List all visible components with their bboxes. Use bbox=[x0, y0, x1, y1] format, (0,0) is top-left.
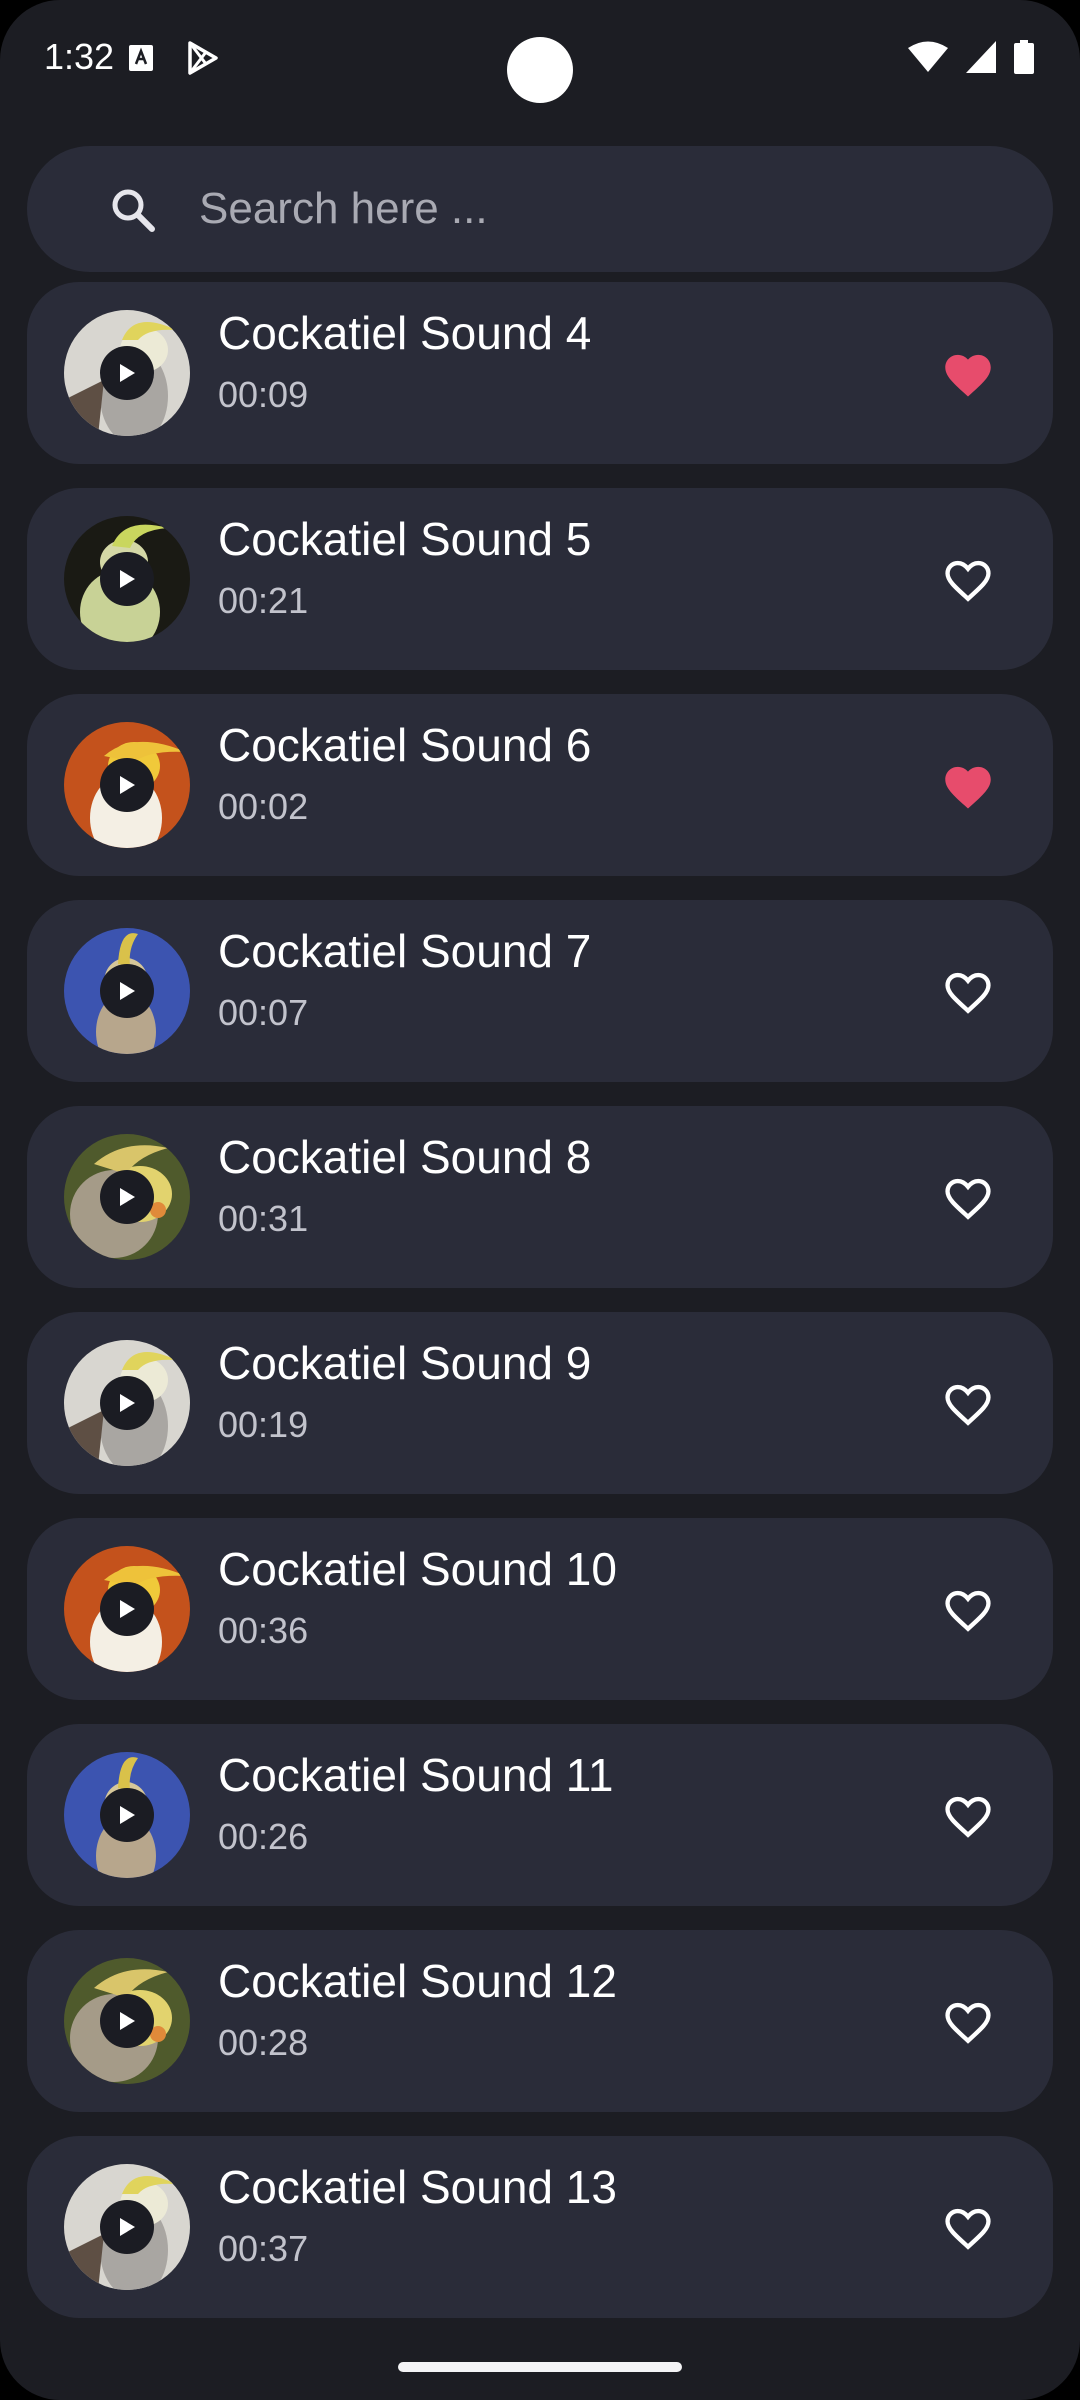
sound-title: Cockatiel Sound 8 bbox=[218, 1131, 592, 1183]
sound-thumbnail[interactable] bbox=[64, 2164, 190, 2290]
heart-outline-icon[interactable] bbox=[935, 958, 1001, 1024]
sound-title: Cockatiel Sound 5 bbox=[218, 513, 592, 565]
heart-outline-icon[interactable] bbox=[935, 546, 1001, 612]
sound-list-item[interactable]: Cockatiel Sound 6 00:02 bbox=[27, 694, 1053, 876]
play-icon[interactable] bbox=[100, 1994, 154, 2048]
sound-duration: 00:26 bbox=[218, 1816, 309, 1857]
sound-title: Cockatiel Sound 6 bbox=[218, 719, 592, 771]
heart-filled-icon[interactable] bbox=[935, 340, 1001, 406]
sound-list-item[interactable]: Cockatiel Sound 5 00:21 bbox=[27, 488, 1053, 670]
sound-thumbnail[interactable] bbox=[64, 1546, 190, 1672]
play-icon[interactable] bbox=[100, 1582, 154, 1636]
sound-title: Cockatiel Sound 11 bbox=[218, 1749, 614, 1801]
sound-list-item[interactable]: Cockatiel Sound 8 00:31 bbox=[27, 1106, 1053, 1288]
sound-duration: 00:28 bbox=[218, 2022, 309, 2063]
sound-list-item[interactable]: Cockatiel Sound 4 00:09 bbox=[27, 282, 1053, 464]
sound-thumbnail[interactable] bbox=[64, 516, 190, 642]
sound-duration: 00:19 bbox=[218, 1404, 309, 1445]
heart-outline-icon[interactable] bbox=[935, 1988, 1001, 2054]
status-bar: 1:32 bbox=[0, 0, 1080, 120]
search-input[interactable] bbox=[199, 146, 1019, 272]
sound-duration: 00:21 bbox=[218, 580, 309, 621]
app-screen: 1:32 Search here ... Cockatiel Sound 4 0… bbox=[0, 0, 1080, 2400]
play-icon[interactable] bbox=[100, 1376, 154, 1430]
heart-outline-icon[interactable] bbox=[935, 1782, 1001, 1848]
sound-title: Cockatiel Sound 12 bbox=[218, 1955, 617, 2007]
status-time: 1:32 bbox=[44, 36, 115, 77]
sound-thumbnail[interactable] bbox=[64, 722, 190, 848]
play-icon[interactable] bbox=[100, 964, 154, 1018]
play-store-icon bbox=[184, 40, 220, 81]
gesture-nav-bar[interactable] bbox=[398, 2362, 682, 2372]
sound-thumbnail[interactable] bbox=[64, 1958, 190, 2084]
sound-title: Cockatiel Sound 9 bbox=[218, 1337, 592, 1389]
battery-icon bbox=[1014, 40, 1034, 79]
sound-thumbnail[interactable] bbox=[64, 1752, 190, 1878]
camera-cutout bbox=[507, 37, 573, 103]
sound-title: Cockatiel Sound 7 bbox=[218, 925, 592, 977]
signal-icon bbox=[966, 41, 996, 78]
sound-duration: 00:02 bbox=[218, 786, 309, 827]
sound-thumbnail[interactable] bbox=[64, 1134, 190, 1260]
heart-outline-icon[interactable] bbox=[935, 1576, 1001, 1642]
sound-list-item[interactable]: Cockatiel Sound 10 00:36 bbox=[27, 1518, 1053, 1700]
play-icon[interactable] bbox=[100, 1170, 154, 1224]
heart-outline-icon[interactable] bbox=[935, 1164, 1001, 1230]
sound-duration: 00:36 bbox=[218, 1610, 309, 1651]
sound-thumbnail[interactable] bbox=[64, 928, 190, 1054]
search-bar[interactable] bbox=[27, 146, 1053, 272]
sound-list-item[interactable]: Cockatiel Sound 7 00:07 bbox=[27, 900, 1053, 1082]
heart-outline-icon[interactable] bbox=[935, 2194, 1001, 2260]
search-icon bbox=[109, 186, 157, 234]
sound-list[interactable]: Cockatiel Sound 4 00:09 Cockatiel Sound 5 0… bbox=[27, 282, 1053, 2334]
sound-list-item[interactable]: Cockatiel Sound 9 00:19 bbox=[27, 1312, 1053, 1494]
sound-list-item[interactable]: Cockatiel Sound 13 00:37 bbox=[27, 2136, 1053, 2318]
heart-outline-icon[interactable] bbox=[935, 1370, 1001, 1436]
sound-duration: 00:09 bbox=[218, 374, 309, 415]
play-icon[interactable] bbox=[100, 346, 154, 400]
sound-duration: 00:07 bbox=[218, 992, 309, 1033]
sound-list-item[interactable]: Cockatiel Sound 11 00:26 bbox=[27, 1724, 1053, 1906]
heart-filled-icon[interactable] bbox=[935, 752, 1001, 818]
sound-duration: 00:37 bbox=[218, 2228, 309, 2269]
sound-duration: 00:31 bbox=[218, 1198, 309, 1239]
sound-title: Cockatiel Sound 4 bbox=[218, 307, 592, 359]
sound-thumbnail[interactable] bbox=[64, 310, 190, 436]
sim-card-icon bbox=[128, 44, 154, 77]
play-icon[interactable] bbox=[100, 2200, 154, 2254]
play-icon[interactable] bbox=[100, 1788, 154, 1842]
sound-title: Cockatiel Sound 13 bbox=[218, 2161, 617, 2213]
play-icon[interactable] bbox=[100, 552, 154, 606]
play-icon[interactable] bbox=[100, 758, 154, 812]
sound-title: Cockatiel Sound 10 bbox=[218, 1543, 617, 1595]
sound-list-item[interactable]: Cockatiel Sound 12 00:28 bbox=[27, 1930, 1053, 2112]
wifi-icon bbox=[908, 41, 948, 78]
sound-thumbnail[interactable] bbox=[64, 1340, 190, 1466]
